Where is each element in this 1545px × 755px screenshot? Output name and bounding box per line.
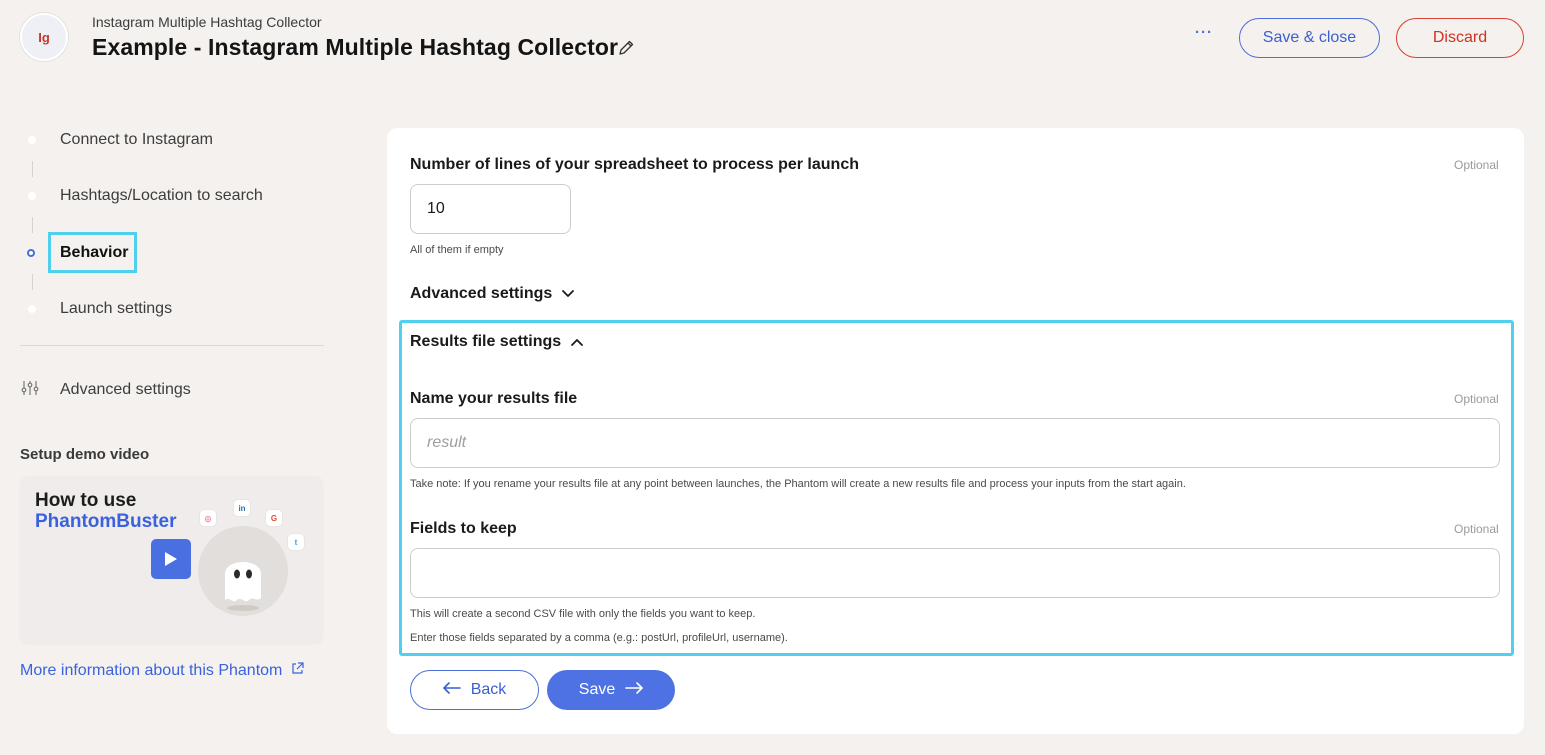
optional-tag: Optional	[1454, 392, 1499, 406]
chevron-up-icon	[571, 339, 584, 346]
results-file-name-hint: Take note: If you rename your results fi…	[410, 478, 1186, 490]
step-connector	[32, 274, 33, 290]
optional-tag: Optional	[1454, 522, 1499, 536]
results-file-settings-label: Results file settings	[410, 333, 562, 350]
fields-to-keep-hint: This will create a second CSV file with …	[410, 608, 756, 620]
back-button-label: Back	[470, 681, 507, 698]
step-connector	[32, 161, 33, 177]
back-button[interactable]: Back	[410, 670, 539, 710]
save-button[interactable]: Save	[547, 670, 675, 710]
advanced-settings-toggle[interactable]: Advanced settings	[410, 285, 575, 303]
step-dot-icon	[28, 305, 36, 313]
app-subtitle: Instagram Multiple Hashtag Collector	[92, 14, 322, 30]
advanced-settings-label: Advanced settings	[410, 285, 553, 302]
chevron-down-icon	[562, 290, 575, 297]
fields-to-keep-input[interactable]	[410, 548, 1500, 598]
sidebar-advanced-settings-label: Advanced settings	[60, 381, 191, 398]
save-close-button[interactable]: Save & close	[1239, 18, 1380, 58]
arrow-right-icon	[625, 681, 644, 699]
behavior-highlight	[48, 232, 137, 273]
step-dot-icon	[28, 192, 36, 200]
linkedin-mini-icon: in	[234, 500, 250, 516]
step-dot-icon	[28, 136, 36, 144]
results-file-name-input[interactable]	[410, 418, 1500, 468]
play-icon[interactable]	[151, 539, 191, 579]
step-label: Launch settings	[60, 300, 173, 317]
step-connector	[32, 217, 33, 233]
discard-button[interactable]: Discard	[1396, 18, 1524, 58]
demo-video-title: Setup demo video	[20, 446, 150, 463]
ghost-mascot-icon	[217, 546, 269, 612]
arrow-left-icon	[442, 681, 461, 699]
demo-video-thumbnail[interactable]: How to use PhantomBuster ◎ in G t	[20, 476, 323, 643]
sidebar-divider	[20, 345, 324, 346]
app-badge: Ig	[20, 13, 68, 61]
demo-card-line2: PhantomBuster	[35, 511, 177, 532]
lines-per-launch-label: Number of lines of your spreadsheet to p…	[410, 156, 859, 173]
sidebar-advanced-settings[interactable]: Advanced settings	[20, 378, 191, 402]
step-label: Hashtags/Location to search	[60, 187, 263, 204]
external-link-icon	[291, 662, 304, 680]
optional-tag: Optional	[1454, 158, 1499, 172]
lines-per-launch-input[interactable]	[410, 184, 571, 234]
twitter-mini-icon: t	[288, 534, 304, 550]
results-file-settings-toggle[interactable]: Results file settings	[410, 333, 584, 351]
fields-to-keep-hint-example: Enter those fields separated by a comma …	[410, 632, 788, 644]
page-title: Example - Instagram Multiple Hashtag Col…	[92, 34, 619, 60]
more-options-button[interactable]: ···	[1192, 24, 1216, 48]
step-label: Connect to Instagram	[60, 131, 213, 148]
save-button-label: Save	[578, 681, 616, 698]
demo-card-line1: How to use	[35, 490, 137, 511]
instagram-mini-icon: ◎	[200, 510, 216, 526]
google-mini-icon: G	[266, 510, 282, 526]
step-active-dot-icon	[27, 249, 35, 257]
more-information-link[interactable]: More information about this Phantom	[20, 662, 304, 680]
sliders-icon	[20, 378, 40, 403]
results-file-name-label: Name your results file	[410, 390, 578, 407]
lines-per-launch-hint: All of them if empty	[410, 244, 504, 256]
pencil-icon[interactable]	[617, 39, 635, 57]
more-information-label: More information about this Phantom	[20, 662, 283, 679]
fields-to-keep-label: Fields to keep	[410, 520, 517, 537]
